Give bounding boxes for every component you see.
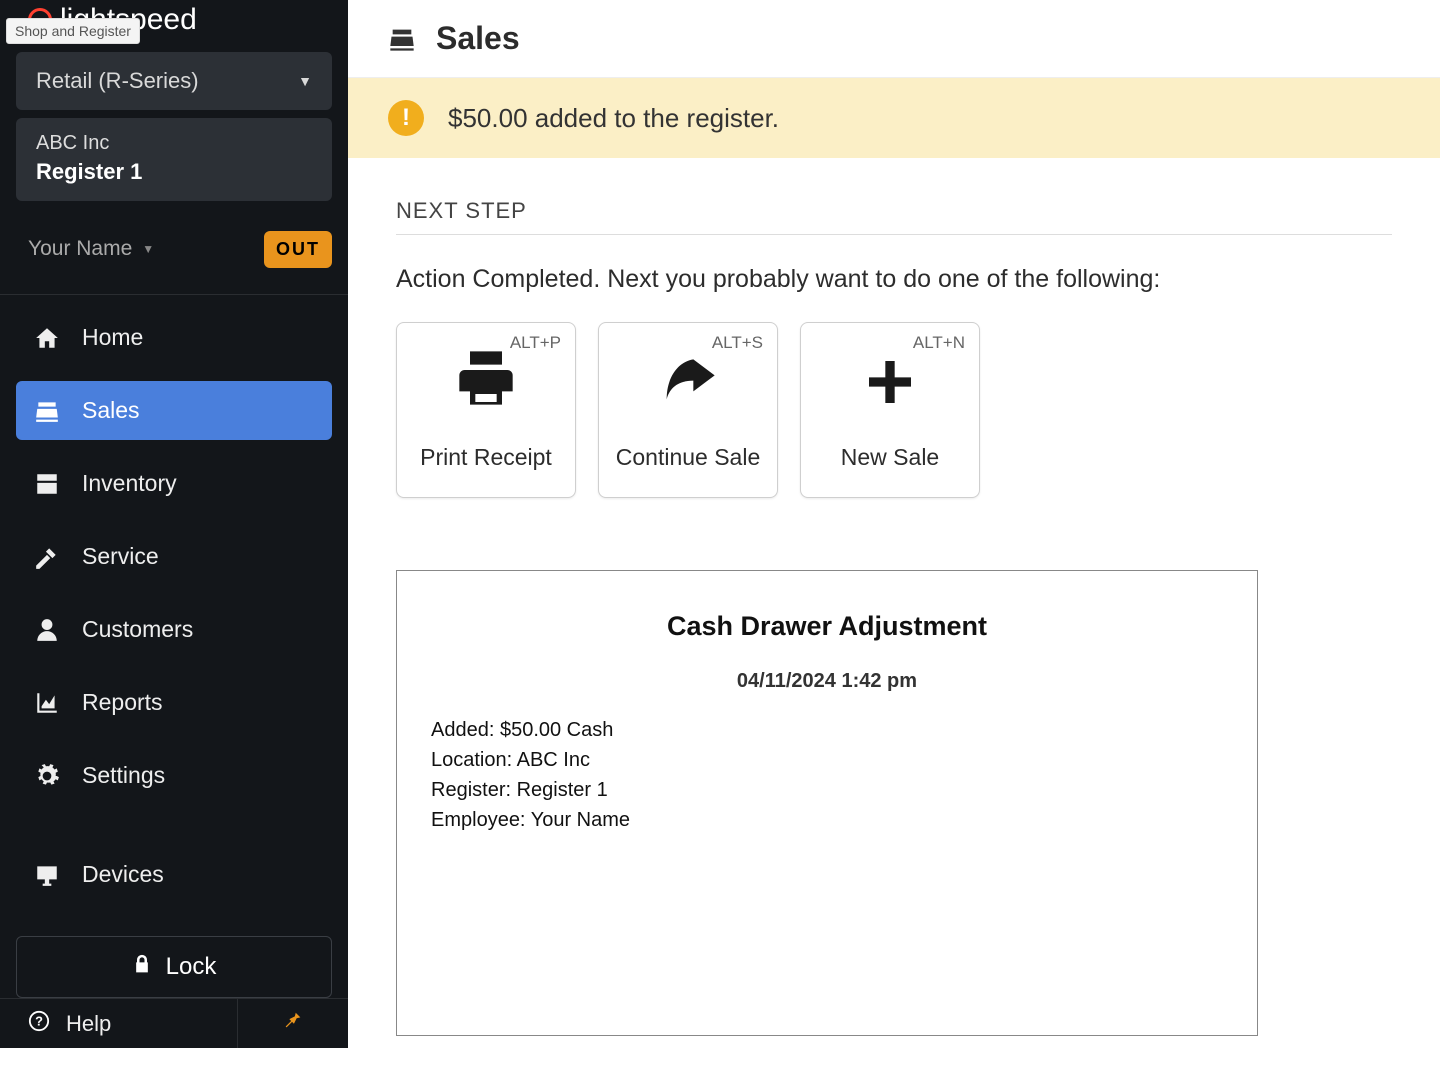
- print-receipt-button[interactable]: ALT+P Print Receipt: [396, 322, 576, 498]
- sidebar-item-service[interactable]: Service: [16, 527, 332, 586]
- next-step-label: NEXT STEP: [396, 198, 1392, 224]
- chevron-down-icon: ▼: [142, 242, 154, 256]
- gear-icon: [34, 763, 60, 789]
- sidebar-item-label: Devices: [82, 861, 164, 888]
- shop-register-block[interactable]: ABC Inc Register 1: [16, 118, 332, 201]
- help-icon: ?: [28, 1010, 50, 1038]
- chevron-down-icon: ▼: [298, 73, 312, 89]
- user-name-label: Your Name: [28, 237, 132, 261]
- receipt-panel: Cash Drawer Adjustment 04/11/2024 1:42 p…: [396, 570, 1258, 1036]
- page-title: Sales: [436, 20, 520, 57]
- lock-label: Lock: [166, 953, 217, 981]
- receipt-line-employee: Employee: Your Name: [431, 805, 1223, 835]
- primary-nav: Home Sales Inventory Service Customers: [0, 294, 348, 918]
- lock-icon: [132, 953, 152, 981]
- new-sale-button[interactable]: ALT+N New Sale: [800, 322, 980, 498]
- sidebar-item-settings[interactable]: Settings: [16, 746, 332, 805]
- svg-text:?: ?: [35, 1013, 43, 1028]
- pin-icon: [282, 1010, 304, 1038]
- register-name: Register 1: [36, 159, 312, 185]
- page-header: Sales: [348, 0, 1440, 78]
- sidebar-item-devices[interactable]: Devices: [16, 845, 332, 904]
- action-label: Continue Sale: [616, 444, 761, 471]
- monitor-icon: [34, 862, 60, 888]
- kbd-hint: ALT+S: [712, 333, 763, 353]
- pin-button[interactable]: [238, 999, 348, 1048]
- home-icon: [34, 325, 60, 351]
- user-icon: [34, 617, 60, 643]
- continue-sale-button[interactable]: ALT+S Continue Sale: [598, 322, 778, 498]
- chart-icon: [34, 690, 60, 716]
- product-selector[interactable]: Retail (R-Series) ▼: [16, 52, 332, 110]
- sidebar-item-inventory[interactable]: Inventory: [16, 454, 332, 513]
- kbd-hint: ALT+P: [510, 333, 561, 353]
- receipt-line-location: Location: ABC Inc: [431, 745, 1223, 775]
- sidebar-item-label: Sales: [82, 397, 140, 424]
- printer-icon: [454, 346, 518, 416]
- plus-icon: [862, 354, 918, 416]
- receipt-line-added: Added: $50.00 Cash: [431, 715, 1223, 745]
- alert-icon: !: [388, 100, 424, 136]
- help-button[interactable]: ? Help: [0, 999, 238, 1048]
- kbd-hint: ALT+N: [913, 333, 965, 353]
- banner-message: $50.00 added to the register.: [448, 103, 779, 134]
- shop-register-tooltip: Shop and Register: [6, 18, 140, 44]
- sidebar-item-label: Service: [82, 543, 159, 570]
- sidebar-item-label: Customers: [82, 616, 193, 643]
- sidebar-item-label: Inventory: [82, 470, 177, 497]
- sidebar-item-sales[interactable]: Sales: [16, 381, 332, 440]
- receipt-timestamp: 04/11/2024 1:42 pm: [431, 670, 1223, 693]
- sidebar-item-label: Home: [82, 324, 143, 351]
- box-icon: [34, 471, 60, 497]
- action-label: New Sale: [841, 444, 939, 471]
- share-arrow-icon: [653, 346, 723, 416]
- sidebar-item-label: Settings: [82, 762, 165, 789]
- register-icon: [388, 25, 416, 53]
- action-row: ALT+P Print Receipt ALT+S Continue Sale …: [396, 322, 1392, 498]
- sidebar-item-label: Reports: [82, 689, 163, 716]
- divider: [396, 234, 1392, 235]
- user-menu[interactable]: Your Name ▼: [28, 237, 154, 261]
- action-label: Print Receipt: [420, 444, 552, 471]
- help-label: Help: [66, 1011, 111, 1037]
- sidebar: Shop and Register lightspeed Retail (R-S…: [0, 0, 348, 1048]
- lock-button[interactable]: Lock: [16, 936, 332, 998]
- notification-banner: ! $50.00 added to the register.: [348, 78, 1440, 158]
- sidebar-item-reports[interactable]: Reports: [16, 673, 332, 732]
- main-content: Sales ! $50.00 added to the register. NE…: [348, 0, 1440, 1048]
- sidebar-item-home[interactable]: Home: [16, 308, 332, 367]
- bottom-bar: ? Help: [0, 998, 348, 1048]
- receipt-line-register: Register: Register 1: [431, 775, 1223, 805]
- product-selector-label: Retail (R-Series): [36, 68, 199, 94]
- clock-out-button[interactable]: OUT: [264, 231, 332, 268]
- receipt-title: Cash Drawer Adjustment: [431, 611, 1223, 642]
- sidebar-item-customers[interactable]: Customers: [16, 600, 332, 659]
- hammer-icon: [34, 544, 60, 570]
- shop-name: ABC Inc: [36, 132, 312, 155]
- register-icon: [34, 398, 60, 424]
- prompt-text: Action Completed. Next you probably want…: [396, 265, 1392, 294]
